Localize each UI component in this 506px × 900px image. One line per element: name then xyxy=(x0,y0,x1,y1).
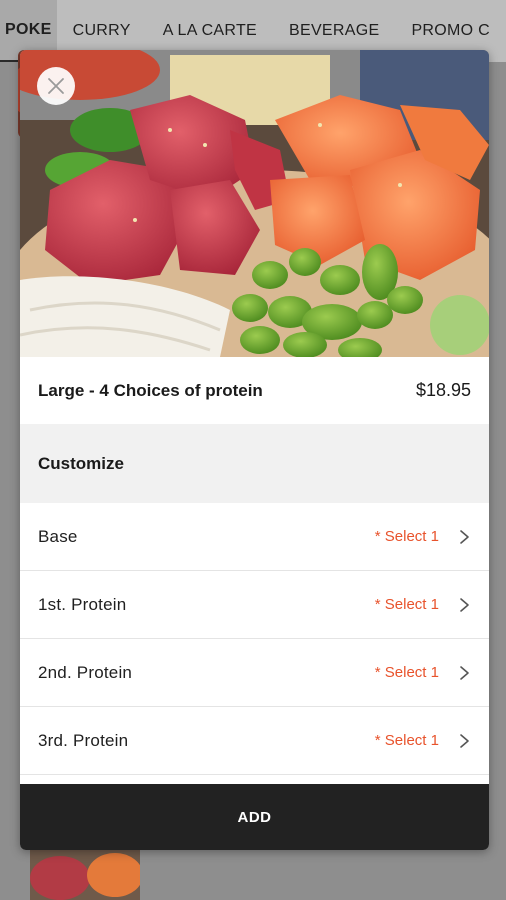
required-badge: * Select 1 xyxy=(374,528,439,545)
tab-label: POKE xyxy=(5,21,52,38)
chevron-right-icon xyxy=(457,529,471,545)
add-button[interactable]: ADD xyxy=(20,784,489,850)
chevron-right-icon xyxy=(457,665,471,681)
required-badge: * Select 1 xyxy=(374,596,439,613)
chevron-right-icon xyxy=(457,597,471,613)
item-detail-modal: Large - 4 Choices of protein $18.95 Cust… xyxy=(20,50,489,850)
add-button-label: ADD xyxy=(237,808,272,826)
option-list: Base * Select 1 1st. Protein * Select 1 … xyxy=(20,503,489,775)
tab-label: CURRY xyxy=(72,22,131,39)
required-badge: * Select 1 xyxy=(374,732,439,749)
option-3rd-protein[interactable]: 3rd. Protein * Select 1 xyxy=(20,707,489,775)
option-label: 1st. Protein xyxy=(38,594,127,614)
required-badge: * Select 1 xyxy=(374,664,439,681)
option-2nd-protein[interactable]: 2nd. Protein * Select 1 xyxy=(20,639,489,707)
poke-bowl-photo xyxy=(20,50,489,357)
option-label: 3rd. Protein xyxy=(38,730,129,750)
customize-label: Customize xyxy=(38,453,124,473)
chevron-right-icon xyxy=(457,733,471,749)
item-price: $18.95 xyxy=(415,380,471,400)
menu-item-thumbnail xyxy=(30,850,140,900)
option-base[interactable]: Base * Select 1 xyxy=(20,503,489,571)
option-1st-protein[interactable]: 1st. Protein * Select 1 xyxy=(20,571,489,639)
tab-label: BEVERAGE xyxy=(289,22,380,39)
close-button[interactable] xyxy=(37,67,75,105)
tab-label: A LA CARTE xyxy=(162,22,258,39)
item-header: Large - 4 Choices of protein $18.95 xyxy=(20,357,489,424)
option-label: 2nd. Protein xyxy=(38,662,133,682)
customize-section-header: Customize xyxy=(20,424,489,503)
item-title: Large - 4 Choices of protein xyxy=(38,380,263,400)
option-label: Base xyxy=(38,526,78,546)
close-icon xyxy=(47,77,65,95)
tab-label: PROMO C xyxy=(411,22,490,39)
